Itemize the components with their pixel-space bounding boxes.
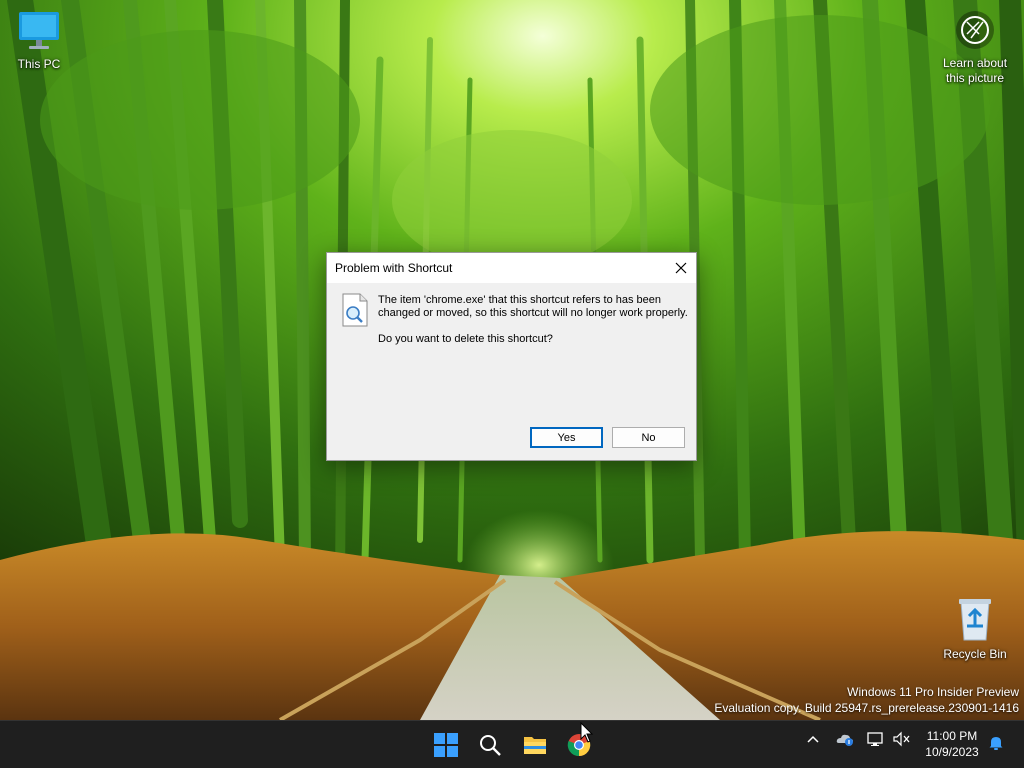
chevron-up-icon (807, 735, 819, 743)
taskbar: 11:00 PM 10/9/2023 (0, 720, 1024, 768)
file-explorer-button[interactable] (518, 728, 552, 762)
no-button[interactable]: No (612, 427, 685, 448)
volume-tray-button[interactable] (893, 731, 911, 752)
desktop-icon-label: This PC (17, 57, 61, 71)
mouse-cursor (580, 721, 594, 749)
onedrive-icon (836, 734, 853, 746)
search-icon (480, 735, 501, 756)
show-hidden-icons-button[interactable] (805, 731, 821, 752)
start-button[interactable] (429, 728, 463, 762)
learn-about-label: Learn about this picture (942, 56, 1008, 85)
windows-start-icon (434, 733, 458, 757)
close-icon (675, 262, 687, 274)
monitor-icon (0, 8, 79, 55)
problem-with-shortcut-dialog: Problem with Shortcut The item 'chrome.e… (326, 252, 697, 461)
desktop-icon-this-pc[interactable]: This PC (0, 8, 79, 71)
volume-muted-icon (893, 731, 910, 747)
camera-lens-icon (934, 10, 1016, 54)
desktop-icon-recycle-bin[interactable]: Recycle Bin (935, 596, 1015, 661)
watermark-line-2: Evaluation copy. Build 25947.rs_prerelea… (714, 700, 1019, 715)
desktop-icon-label: Recycle Bin (943, 647, 1007, 661)
network-tray-button[interactable] (867, 731, 885, 752)
search-button[interactable] (473, 728, 507, 762)
recycle-bin-icon (935, 596, 1015, 645)
dialog-title: Problem with Shortcut (335, 261, 453, 275)
evaluation-watermark: Windows 11 Pro Insider Preview Evaluatio… (714, 685, 1019, 716)
file-explorer-icon (524, 737, 546, 754)
clock-time: 11:00 PM (926, 729, 978, 743)
learn-about-picture[interactable]: Learn about this picture (934, 10, 1016, 86)
network-icon (867, 732, 883, 746)
taskbar-clock[interactable]: 11:00 PM 10/9/2023 (912, 728, 992, 760)
bell-icon (989, 737, 1003, 750)
notifications-button[interactable] (988, 735, 1004, 756)
close-button[interactable] (666, 253, 696, 283)
dialog-titlebar[interactable]: Problem with Shortcut (327, 253, 696, 283)
dialog-message: The item 'chrome.exe' that this shortcut… (378, 294, 688, 319)
document-search-icon (341, 293, 369, 332)
onedrive-tray-button[interactable] (836, 731, 854, 752)
dialog-question: Do you want to delete this shortcut? (378, 333, 553, 345)
clock-date: 10/9/2023 (925, 745, 979, 759)
watermark-line-1: Windows 11 Pro Insider Preview (847, 685, 1019, 699)
yes-button[interactable]: Yes (530, 427, 603, 448)
